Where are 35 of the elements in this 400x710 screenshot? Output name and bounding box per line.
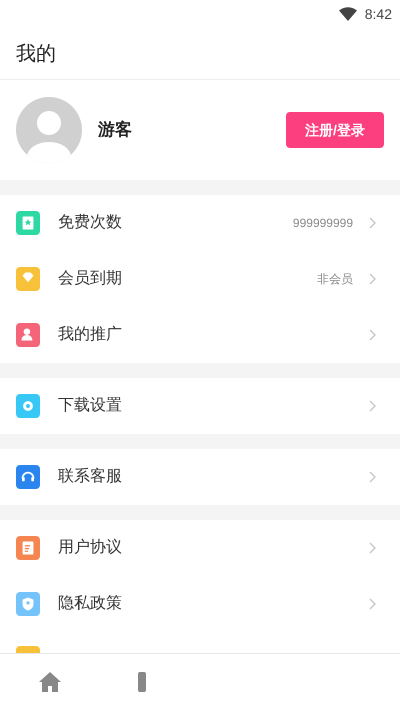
chevron-icon: [369, 400, 376, 412]
item-label: 免费次数: [58, 212, 122, 233]
item-value: 非会员: [317, 271, 353, 288]
item-label: 联系客服: [58, 466, 122, 487]
chevron-icon: [369, 217, 376, 229]
headset-icon: [16, 465, 40, 489]
person-icon: [16, 323, 40, 347]
menu-item[interactable]: 联系客服: [0, 449, 400, 505]
menu-item[interactable]: 我的推广: [0, 307, 400, 363]
home-icon[interactable]: [38, 671, 62, 693]
menu-item[interactable]: 免费次数 999999999: [0, 195, 400, 251]
shield-icon: [16, 592, 40, 616]
menu-item[interactable]: 下载设置: [0, 378, 400, 434]
menu-item[interactable]: 隐私政策: [0, 576, 400, 632]
chevron-icon: [369, 273, 376, 285]
item-label: 用户协议: [58, 538, 122, 558]
item-label: 隐私政策: [58, 594, 122, 614]
wifi-icon: [338, 7, 357, 21]
menu-item[interactable]: 会员到期 非会员: [0, 251, 400, 307]
status-time: 8:42: [364, 4, 392, 24]
page-title: 我的: [16, 42, 56, 66]
chevron-icon: [369, 542, 376, 554]
gear-icon: [16, 394, 40, 418]
chevron-icon: [369, 329, 376, 341]
item-label: 下载设置: [58, 396, 122, 416]
item-value: 999999999: [292, 215, 353, 232]
menu-item[interactable]: 用户协议: [0, 520, 400, 576]
bookmark-icon: [16, 211, 40, 235]
item-label: 我的推广: [58, 324, 122, 345]
chevron-icon: [369, 598, 376, 610]
user-name: 游客: [98, 119, 132, 142]
document-icon: [16, 536, 40, 560]
avatar-icon: [16, 97, 82, 163]
chevron-icon: [369, 471, 376, 483]
item-label: 会员到期: [58, 269, 122, 289]
